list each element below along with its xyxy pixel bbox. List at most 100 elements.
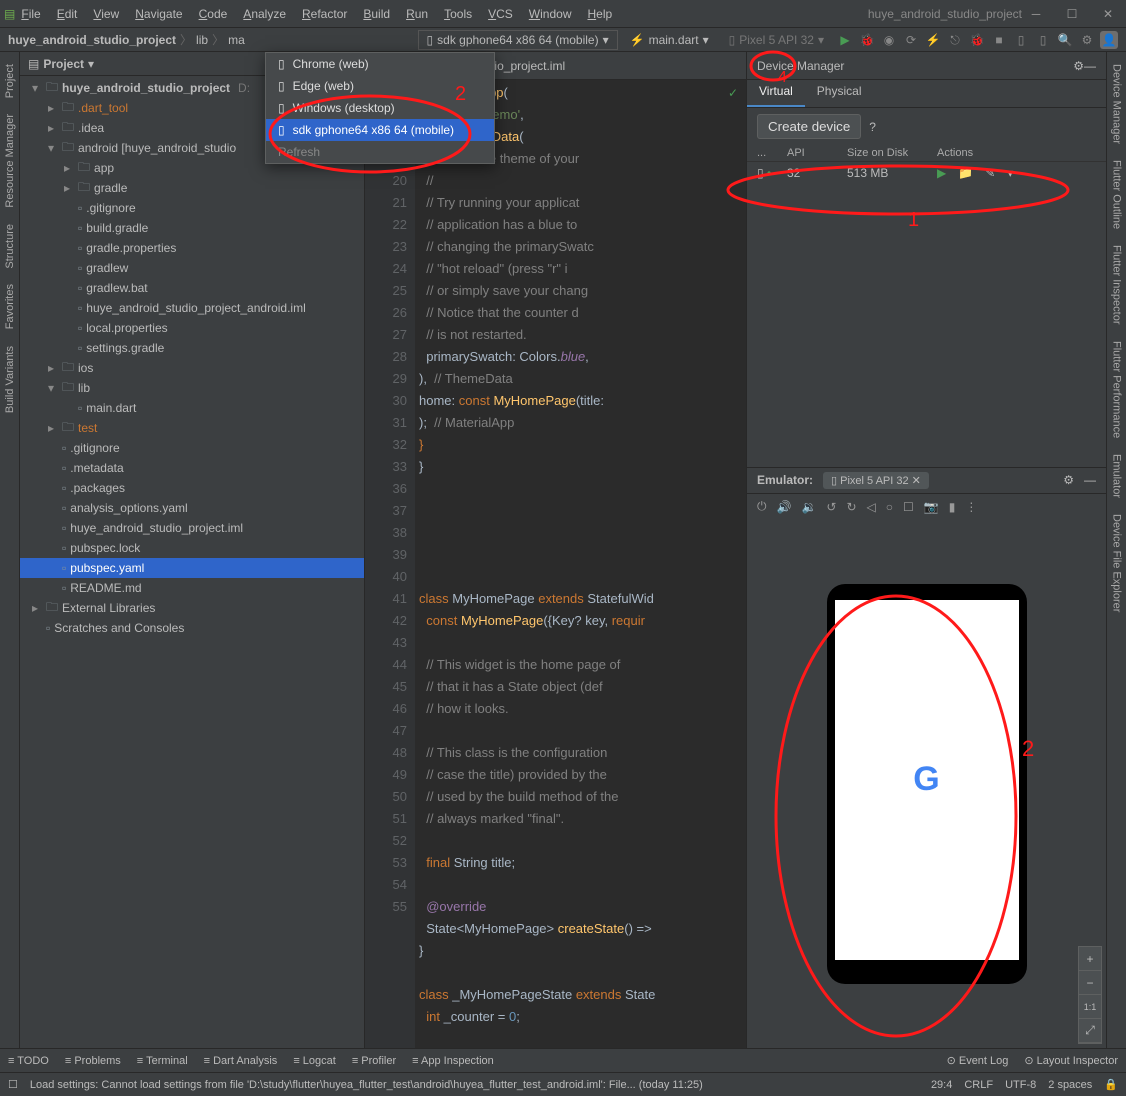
menu-refactor[interactable]: Refactor: [296, 5, 353, 23]
breadcrumb-item[interactable]: lib: [196, 33, 208, 47]
tree-item[interactable]: ▫Scratches and Consoles: [20, 618, 364, 638]
right-tab-flutter-outline[interactable]: Flutter Outline: [1109, 152, 1125, 237]
search-icon[interactable]: 🔍: [1056, 31, 1074, 49]
avatar-icon[interactable]: 👤: [1100, 31, 1118, 49]
left-tab-build-variants[interactable]: Build Variants: [2, 338, 18, 421]
bottom-tab-event-log[interactable]: ⊙ Event Log: [947, 1054, 1009, 1067]
right-tab-emulator[interactable]: Emulator: [1109, 446, 1125, 506]
screenshot-icon[interactable]: 📷: [924, 500, 939, 514]
emulator-tab[interactable]: ▯ Pixel 5 API 32 ✕: [823, 472, 929, 489]
emulator-device[interactable]: G: [827, 584, 1027, 984]
menu-edit[interactable]: Edit: [51, 5, 84, 23]
home-icon[interactable]: ○: [886, 500, 893, 514]
maximize-icon[interactable]: ☐: [1058, 7, 1086, 21]
bottom-tab-dart-analysis[interactable]: ≡ Dart Analysis: [204, 1055, 278, 1067]
left-tab-structure[interactable]: Structure: [2, 216, 18, 277]
menu-vcs[interactable]: VCS: [482, 5, 519, 23]
bottom-tab-profiler[interactable]: ≡ Profiler: [352, 1055, 396, 1067]
menu-analyze[interactable]: Analyze: [237, 5, 292, 23]
device-option[interactable]: ▯sdk gphone64 x86 64 (mobile): [266, 119, 494, 141]
bottom-tab-todo[interactable]: ≡ TODO: [8, 1055, 49, 1067]
tree-item[interactable]: ▫build.gradle: [20, 218, 364, 238]
create-device-button[interactable]: Create device: [757, 114, 861, 139]
tab-physical[interactable]: Physical: [805, 80, 874, 107]
tab-virtual[interactable]: Virtual: [747, 80, 805, 107]
run-config-selector[interactable]: ⚡ main.dart ▾: [622, 31, 717, 49]
menu-navigate[interactable]: Navigate: [129, 5, 188, 23]
bottom-tab-logcat[interactable]: ≡ Logcat: [293, 1055, 336, 1067]
bottom-tab-app-inspection[interactable]: ≡ App Inspection: [412, 1055, 494, 1067]
menu-help[interactable]: Help: [581, 5, 618, 23]
right-tab-device-manager[interactable]: Device Manager: [1109, 56, 1125, 152]
volume-down-icon[interactable]: 🔉: [801, 500, 816, 514]
back-icon[interactable]: ◁: [867, 500, 876, 514]
tree-item[interactable]: ▸🗀ios: [20, 358, 364, 378]
hot-reload-icon[interactable]: ⚡: [924, 31, 942, 49]
pin-icon[interactable]: ▮: [949, 500, 956, 514]
menu-tools[interactable]: Tools: [438, 5, 478, 23]
tree-item[interactable]: ▫settings.gradle: [20, 338, 364, 358]
right-tab-flutter-inspector[interactable]: Flutter Inspector: [1109, 237, 1125, 332]
device-option[interactable]: ▯Windows (desktop): [266, 97, 494, 119]
tree-item[interactable]: ▸🗀External Libraries: [20, 598, 364, 618]
status-lock-icon[interactable]: 🔒: [1104, 1078, 1118, 1091]
menu-code[interactable]: Code: [193, 5, 234, 23]
run-icon[interactable]: ▶: [836, 31, 854, 49]
tree-item[interactable]: ▫.metadata: [20, 458, 364, 478]
zoom-in-icon[interactable]: +: [1079, 947, 1101, 971]
tree-item[interactable]: ▸🗀test: [20, 418, 364, 438]
profile-icon[interactable]: ⟳: [902, 31, 920, 49]
tree-item[interactable]: ▫analysis_options.yaml: [20, 498, 364, 518]
rotate-left-icon[interactable]: ↺: [826, 500, 836, 514]
bottom-tab-terminal[interactable]: ≡ Terminal: [137, 1055, 188, 1067]
menu-build[interactable]: Build: [357, 5, 396, 23]
overview-icon[interactable]: ☐: [903, 500, 914, 514]
more-icon[interactable]: ⋮: [965, 500, 977, 514]
device-icon[interactable]: ▯: [1012, 31, 1030, 49]
menu-run[interactable]: Run: [400, 5, 434, 23]
menu-file[interactable]: File: [15, 5, 46, 23]
device-selector[interactable]: ▯ sdk gphone64 x86 64 (mobile) ▾: [418, 30, 618, 50]
tree-item[interactable]: ▸🗀gradle: [20, 178, 364, 198]
tree-item[interactable]: ▫gradlew.bat: [20, 278, 364, 298]
zoom-fit-icon[interactable]: 1:1: [1079, 995, 1101, 1019]
minimize-icon[interactable]: ─: [1022, 7, 1050, 21]
gear-icon[interactable]: ⚙: [1073, 59, 1084, 73]
folder-icon[interactable]: 📁: [958, 166, 973, 180]
right-tab-device-file-explorer[interactable]: Device File Explorer: [1109, 506, 1125, 620]
help-icon[interactable]: ?: [869, 120, 876, 134]
tree-item[interactable]: ▫.gitignore: [20, 198, 364, 218]
tree-item[interactable]: ▫gradle.properties: [20, 238, 364, 258]
tree-item[interactable]: ▫.gitignore: [20, 438, 364, 458]
gear-icon[interactable]: ⚙: [1063, 473, 1074, 487]
tree-item[interactable]: ▫gradlew: [20, 258, 364, 278]
editor-code[interactable]: rn MaterialApp(tle: 'Flutter Demo',eme: …: [415, 80, 746, 1048]
tree-item[interactable]: ▫huye_android_studio_project_android.iml: [20, 298, 364, 318]
volume-up-icon[interactable]: 🔊: [777, 500, 792, 514]
hide-icon[interactable]: —: [1084, 59, 1096, 73]
breadcrumb-item[interactable]: huye_android_studio_project: [8, 33, 176, 47]
tree-item[interactable]: ▾🗀lib: [20, 378, 364, 398]
stop-icon[interactable]: ■: [990, 31, 1008, 49]
left-tab-resource-manager[interactable]: Resource Manager: [2, 106, 18, 216]
run-icon[interactable]: ▶: [937, 166, 946, 180]
tree-item[interactable]: ▫huye_android_studio_project.iml: [20, 518, 364, 538]
tree-item[interactable]: ▫.packages: [20, 478, 364, 498]
device-option[interactable]: ▯Chrome (web): [266, 53, 494, 75]
close-icon[interactable]: ✕: [1094, 7, 1122, 21]
attach-icon[interactable]: ⎋: [946, 31, 964, 49]
device-row[interactable]: ▯ • 32 513 MB ▶ 📁 ✎ ▾: [747, 162, 1106, 184]
chevron-down-icon[interactable]: ▾: [88, 57, 94, 71]
zoom-out-icon[interactable]: −: [1079, 971, 1101, 995]
tree-item[interactable]: ▫local.properties: [20, 318, 364, 338]
tree-item[interactable]: ▫README.md: [20, 578, 364, 598]
coverage-icon[interactable]: ◉: [880, 31, 898, 49]
edit-icon[interactable]: ✎: [985, 166, 995, 180]
chevron-down-icon[interactable]: ▾: [1007, 166, 1013, 180]
menu-window[interactable]: Window: [523, 5, 578, 23]
rotate-right-icon[interactable]: ↻: [846, 500, 856, 514]
left-tab-favorites[interactable]: Favorites: [2, 276, 18, 337]
power-icon[interactable]: ⏻: [757, 499, 767, 514]
tree-item[interactable]: ▫pubspec.lock: [20, 538, 364, 558]
device-option[interactable]: Refresh: [266, 141, 494, 163]
